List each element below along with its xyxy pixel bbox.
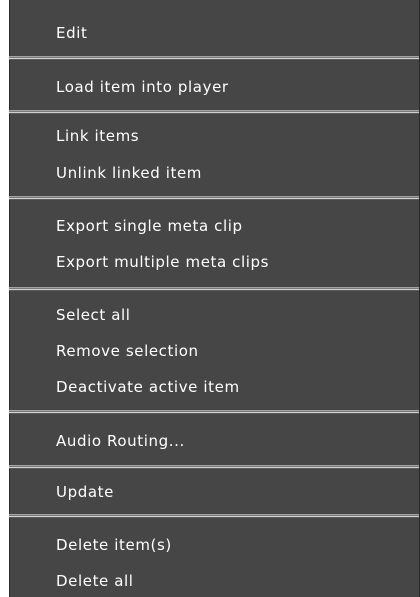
context-menu: Edit Load item into player Link items Un… (0, 0, 420, 597)
menu-item-unlink-linked-item[interactable]: Unlink linked item (56, 163, 202, 183)
menu-item-deactivate-active-item[interactable]: Deactivate active item (56, 377, 240, 397)
menu-separator (9, 465, 419, 469)
menu-item-remove-selection[interactable]: Remove selection (56, 341, 199, 361)
menu-item-select-all[interactable]: Select all (56, 305, 131, 325)
menu-separator (9, 410, 419, 414)
menu-item-link-items[interactable]: Link items (56, 126, 139, 146)
menu-item-delete-all[interactable]: Delete all (56, 571, 134, 591)
menu-separator (9, 287, 419, 291)
menu-item-load-into-player[interactable]: Load item into player (56, 77, 229, 97)
menu-separator (9, 514, 419, 518)
menu-item-delete-items[interactable]: Delete item(s) (56, 535, 172, 555)
menu-item-audio-routing[interactable]: Audio Routing... (56, 431, 185, 451)
menu-item-export-single-meta-clip[interactable]: Export single meta clip (56, 216, 243, 236)
menu-separator (9, 110, 419, 114)
menu-separator (9, 196, 419, 200)
menu-item-edit[interactable]: Edit (56, 23, 87, 43)
menu-item-update[interactable]: Update (56, 482, 114, 502)
menu-separator (9, 56, 419, 60)
menu-item-export-multiple-meta-clips[interactable]: Export multiple meta clips (56, 252, 269, 272)
